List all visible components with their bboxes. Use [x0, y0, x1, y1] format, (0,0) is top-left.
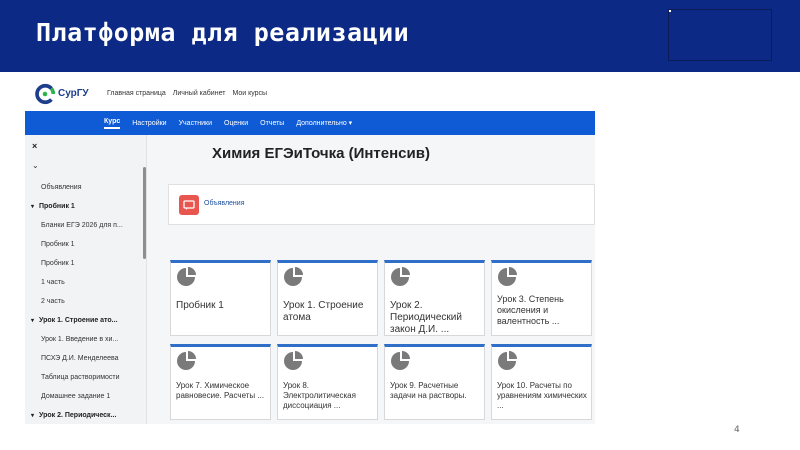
- card-title: Урок 9. Расчетные задачи на растворы.: [390, 381, 467, 400]
- tab-settings[interactable]: Настройки: [132, 120, 166, 127]
- course-card[interactable]: Урок 10. Расчеты по уравнениям химически…: [491, 344, 592, 420]
- card-title: Урок 2. Периодический закон Д.И. ...: [390, 300, 462, 335]
- sidebar-item-label: 2 часть: [41, 298, 65, 305]
- sidebar-item-label: ПСХЭ Д.И. Менделеева: [41, 355, 119, 362]
- sidebar-item[interactable]: ПСХЭ Д.И. Менделеева: [41, 355, 119, 362]
- course-card[interactable]: Урок 2. Периодический закон Д.И. ...: [384, 260, 485, 336]
- sidebar-section-label: Пробник 1: [39, 203, 75, 210]
- slide-page-number: 4: [734, 425, 740, 435]
- course-title: Химия ЕГЭиТочка (Интенсив): [212, 145, 430, 162]
- course-card[interactable]: Урок 7. Химическое равновесие. Расчеты .…: [170, 344, 271, 420]
- sidebar-section[interactable]: ▾ Урок 1. Строение ато...: [31, 317, 118, 324]
- sidebar-item-label: Объявления: [41, 184, 82, 191]
- nav-my-courses-link[interactable]: Мои курсы: [232, 90, 267, 97]
- slide-title: Платформа для реализации: [36, 18, 410, 47]
- sidebar-item-label: Пробник 1: [41, 241, 75, 248]
- pie-chart-icon: [284, 267, 303, 286]
- announcements-link[interactable]: Объявления: [204, 200, 245, 207]
- announcements-block: Объявления: [168, 184, 595, 225]
- sidebar-item[interactable]: 1 часть: [41, 279, 65, 286]
- course-nav-bar: Курс Настройки Участники Оценки Отчеты Д…: [25, 111, 595, 135]
- chevron-down-icon[interactable]: ▾: [31, 203, 39, 210]
- tab-grades[interactable]: Оценки: [224, 120, 248, 127]
- sidebar-item-label: Пробник 1: [41, 260, 75, 267]
- course-index-sidebar: × ⌄ Объявления ▾ Пробник 1 Бланки ЕГЭ 202…: [25, 135, 147, 424]
- surgu-logo-icon[interactable]: [34, 83, 56, 105]
- course-main: Химия ЕГЭиТочка (Интенсив) Объявления Пр…: [148, 135, 595, 424]
- sidebar-scrollbar[interactable]: [143, 167, 146, 259]
- course-card[interactable]: Урок 8. Электролитическая диссоциация ..…: [277, 344, 378, 420]
- card-title: Пробник 1: [176, 300, 224, 311]
- pie-chart-icon: [498, 267, 517, 286]
- pie-chart-icon: [391, 267, 410, 286]
- sidebar-section-label: Урок 1. Строение ато...: [39, 317, 118, 324]
- chevron-down-icon[interactable]: ▾: [31, 317, 39, 324]
- course-cards-grid: Пробник 1 Урок 1. Строение атома Урок 2.…: [170, 260, 595, 424]
- sidebar-item[interactable]: Пробник 1: [41, 241, 75, 248]
- sidebar-item-label: Домашнее задание 1: [41, 393, 111, 400]
- chevron-down-icon[interactable]: ⌄: [32, 161, 39, 170]
- pie-chart-icon: [391, 351, 410, 370]
- lms-screenshot: СурГУ Главная страница Личный кабинет Мо…: [25, 78, 595, 424]
- nav-dashboard-link[interactable]: Личный кабинет: [173, 90, 226, 97]
- sidebar-item-label: Бланки ЕГЭ 2026 для п...: [41, 222, 123, 229]
- chevron-down-icon[interactable]: ▾: [31, 412, 39, 419]
- card-title: Урок 8. Электролитическая диссоциация ..…: [283, 381, 356, 410]
- tab-course[interactable]: Курс: [104, 118, 121, 129]
- sidebar-item[interactable]: Таблица растворимости: [41, 374, 120, 381]
- header-marker: [669, 10, 671, 12]
- sidebar-item-label: Таблица растворимости: [41, 374, 120, 381]
- sidebar-item[interactable]: 2 часть: [41, 298, 65, 305]
- sidebar-item-label: 1 часть: [41, 279, 65, 286]
- course-card[interactable]: Урок 9. Расчетные задачи на растворы.: [384, 344, 485, 420]
- forum-icon[interactable]: [179, 195, 199, 215]
- sidebar-section[interactable]: ▾ Урок 2. Периодическ...: [31, 412, 116, 419]
- course-card[interactable]: Пробник 1: [170, 260, 271, 336]
- pie-chart-icon: [177, 351, 196, 370]
- course-card[interactable]: Урок 3. Степень окисления и валентность …: [491, 260, 592, 336]
- card-title: Урок 1. Строение атома: [283, 300, 364, 323]
- sidebar-section-label: Урок 2. Периодическ...: [39, 412, 117, 419]
- slide-header: Платформа для реализации: [0, 0, 800, 72]
- site-logo-text[interactable]: СурГУ: [58, 88, 89, 99]
- pie-chart-icon: [177, 267, 196, 286]
- card-title: Урок 10. Расчеты по уравнениям химически…: [497, 381, 587, 410]
- sidebar-section[interactable]: ▾ Пробник 1: [31, 203, 75, 210]
- tab-participants[interactable]: Участники: [179, 120, 212, 127]
- pie-chart-icon: [284, 351, 303, 370]
- tab-reports[interactable]: Отчеты: [260, 120, 284, 127]
- site-nav: Главная страница Личный кабинет Мои курс…: [107, 90, 267, 97]
- sidebar-item[interactable]: Бланки ЕГЭ 2026 для п...: [41, 222, 123, 229]
- sidebar-item[interactable]: Объявления: [41, 184, 82, 191]
- card-title: Урок 3. Степень окисления и валентность …: [497, 294, 564, 326]
- nav-home-link[interactable]: Главная страница: [107, 90, 166, 97]
- tab-more[interactable]: Дополнительно ▾: [296, 119, 352, 127]
- sidebar-item[interactable]: Домашнее задание 1: [41, 393, 110, 400]
- header-placeholder-box: [668, 9, 772, 61]
- card-title: Урок 7. Химическое равновесие. Расчеты .…: [176, 381, 265, 400]
- sidebar-item[interactable]: Пробник 1: [41, 260, 75, 267]
- sidebar-item[interactable]: Урок 1. Введение в хи...: [41, 336, 118, 343]
- course-card[interactable]: Урок 1. Строение атома: [277, 260, 378, 336]
- pie-chart-icon: [498, 351, 517, 370]
- close-icon[interactable]: ×: [32, 141, 37, 151]
- site-topbar: СурГУ Главная страница Личный кабинет Мо…: [25, 78, 595, 111]
- sidebar-item-label: Урок 1. Введение в хи...: [41, 336, 119, 343]
